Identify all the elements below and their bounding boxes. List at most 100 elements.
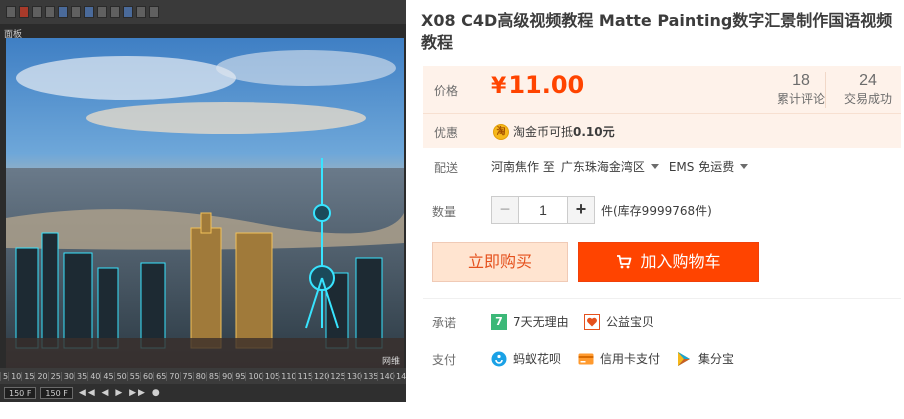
- payment-label: 支付: [432, 353, 457, 367]
- price-panel: 价格 ¥ 11.00 18 累计评论 24 交易成功 优惠 淘 淘金币可抵 0.…: [423, 66, 901, 148]
- watermark: 网维: [381, 356, 400, 366]
- payment-credit-card[interactable]: 信用卡支付: [578, 350, 660, 367]
- timeline-tick: 100: [245, 371, 264, 381]
- timeline-tick: 125: [327, 371, 346, 381]
- decrease-button[interactable]: −: [491, 196, 519, 224]
- timeline-tick: 25: [47, 371, 61, 381]
- promise-seven-day-return[interactable]: 7 7天无理由: [491, 313, 569, 330]
- shipping-destination-select[interactable]: 广东珠海金湾区: [561, 158, 645, 175]
- timeline-tick: 110: [278, 371, 297, 381]
- timeline-tick: 95: [232, 371, 245, 381]
- quantity-label: 数量: [432, 205, 457, 219]
- stock-text: 件(库存9999768件): [601, 203, 712, 218]
- add-to-cart-label: 加入购物车: [640, 252, 721, 271]
- product-info: X08 C4D高级视频教程 Matte Painting数字汇景制作国语视频教程…: [421, 0, 904, 419]
- promo-label: 优惠: [434, 126, 459, 140]
- timeline-ruler[interactable]: 5 10 15 20 25 30 35 40 45 50 55 60 65 70 75 80 85 90 95 100…: [0, 368, 406, 384]
- timeline-tick: 90: [219, 371, 232, 381]
- timeline-tick: 30: [60, 371, 74, 381]
- toolbar-icon: [123, 6, 133, 18]
- toolbar-icon: [19, 6, 29, 18]
- seven-day-return-icon: 7: [491, 313, 507, 330]
- shipping-row: 河南焦作 至 广东珠海金湾区 EMS 免运费: [491, 158, 758, 175]
- chevron-down-icon[interactable]: [650, 164, 659, 169]
- product-image[interactable]: 面板 网维 5 10 15 20 25 30 35 40 45 50 55 60…: [0, 0, 406, 402]
- divider: [423, 298, 901, 299]
- toolbar-icon: [97, 6, 107, 18]
- shipping-method-select[interactable]: EMS 免运费: [669, 158, 734, 175]
- city-skyline-render: [6, 38, 404, 368]
- buy-now-button[interactable]: 立即购买: [432, 242, 568, 282]
- timeline-tick: 60: [139, 371, 153, 381]
- toolbar-icon: [71, 6, 81, 18]
- playback-buttons-icon[interactable]: ◀◀ ◀ ▶ ▶▶ ●: [79, 388, 162, 398]
- timeline-tick: 45: [100, 371, 114, 381]
- increase-button[interactable]: +: [567, 196, 595, 224]
- jifenbao-icon: [678, 351, 690, 366]
- taojinbi-coin-icon: 淘: [493, 123, 509, 140]
- timeline-tick: 65: [153, 371, 166, 381]
- stat-divider: [825, 72, 826, 108]
- huabei-icon: [491, 351, 507, 366]
- price-label: 价格: [434, 84, 459, 98]
- timeline-tick: 80: [192, 371, 206, 381]
- credit-card-icon: [578, 353, 594, 364]
- promise-text: 7天无理由: [513, 315, 569, 329]
- chevron-down-icon[interactable]: [740, 164, 749, 169]
- promise-text: 公益宝贝: [606, 315, 655, 329]
- payment-text: 集分宝: [698, 352, 735, 366]
- shopping-cart-icon: [617, 255, 632, 269]
- payment-huabei[interactable]: 蚂蚁花呗: [491, 350, 561, 367]
- promo-value: 0.10元: [573, 125, 615, 139]
- timeline-tick: 130: [343, 371, 362, 381]
- toolbar-icon: [6, 6, 16, 18]
- price-value: ¥ 11.00: [491, 71, 584, 99]
- timeline-tick: 10: [8, 371, 21, 381]
- currency-symbol: ¥: [491, 74, 507, 99]
- taojinbi-offer: 淘 淘金币可抵 0.10元: [493, 123, 615, 140]
- deals-label: 交易成功: [843, 92, 892, 106]
- toolbar-icon: [149, 6, 159, 18]
- payment-jifenbao[interactable]: 集分宝: [676, 350, 734, 367]
- toolbar-icon: [58, 6, 68, 18]
- product-title: X08 C4D高级视频教程 Matte Painting数字汇景制作国语视频教程: [421, 11, 893, 52]
- payment-text: 蚂蚁花呗: [513, 352, 562, 366]
- frame-start-field[interactable]: 150 F: [4, 387, 37, 399]
- deals-stat: 24 交易成功: [833, 72, 903, 108]
- toolbar-icon: [84, 6, 94, 18]
- timeline-tick: 20: [34, 371, 48, 381]
- divider: [423, 113, 901, 114]
- timeline-tick: 75: [179, 371, 193, 381]
- quantity-input[interactable]: 1: [519, 196, 567, 224]
- timeline-tick: 115: [294, 371, 313, 381]
- timeline-tick: 120: [311, 371, 329, 381]
- timeline-tick: 40: [87, 371, 100, 381]
- charity-icon: [584, 313, 600, 330]
- timeline-tick: 50: [113, 371, 127, 381]
- toolbar-icon: [45, 6, 55, 18]
- frame-current-field[interactable]: 150 F: [40, 387, 73, 399]
- timeline-tick: 14: [392, 371, 406, 381]
- toolbar-icon: [136, 6, 146, 18]
- shipping-label: 配送: [434, 161, 459, 175]
- payment-text: 信用卡支付: [600, 352, 661, 366]
- toolbar-icon: [110, 6, 120, 18]
- playback-controls: 150 F 150 F ◀◀ ◀ ▶ ▶▶ ●: [0, 384, 406, 402]
- timeline-tick: 85: [205, 371, 219, 381]
- timeline-tick: 5: [0, 371, 8, 381]
- promise-charity[interactable]: 公益宝贝: [584, 313, 654, 330]
- shipping-from: 河南焦作 至: [491, 160, 555, 174]
- promo-text: 淘金币可抵: [513, 125, 574, 139]
- viewport-toolbar: [0, 0, 406, 24]
- timeline-tick: 70: [166, 371, 180, 381]
- timeline-tick: 35: [74, 371, 87, 381]
- add-to-cart-button[interactable]: 加入购物车: [578, 242, 759, 282]
- timeline-tick: 140: [376, 371, 395, 381]
- timeline-tick: 15: [21, 371, 34, 381]
- timeline-tick: 135: [360, 371, 378, 381]
- timeline-tick: 105: [261, 371, 280, 381]
- deals-count: 24: [859, 72, 877, 89]
- quantity-stepper: − 1 + 件(库存9999768件): [491, 196, 712, 224]
- timeline-tick: 55: [126, 371, 140, 381]
- toolbar-icon: [32, 6, 42, 18]
